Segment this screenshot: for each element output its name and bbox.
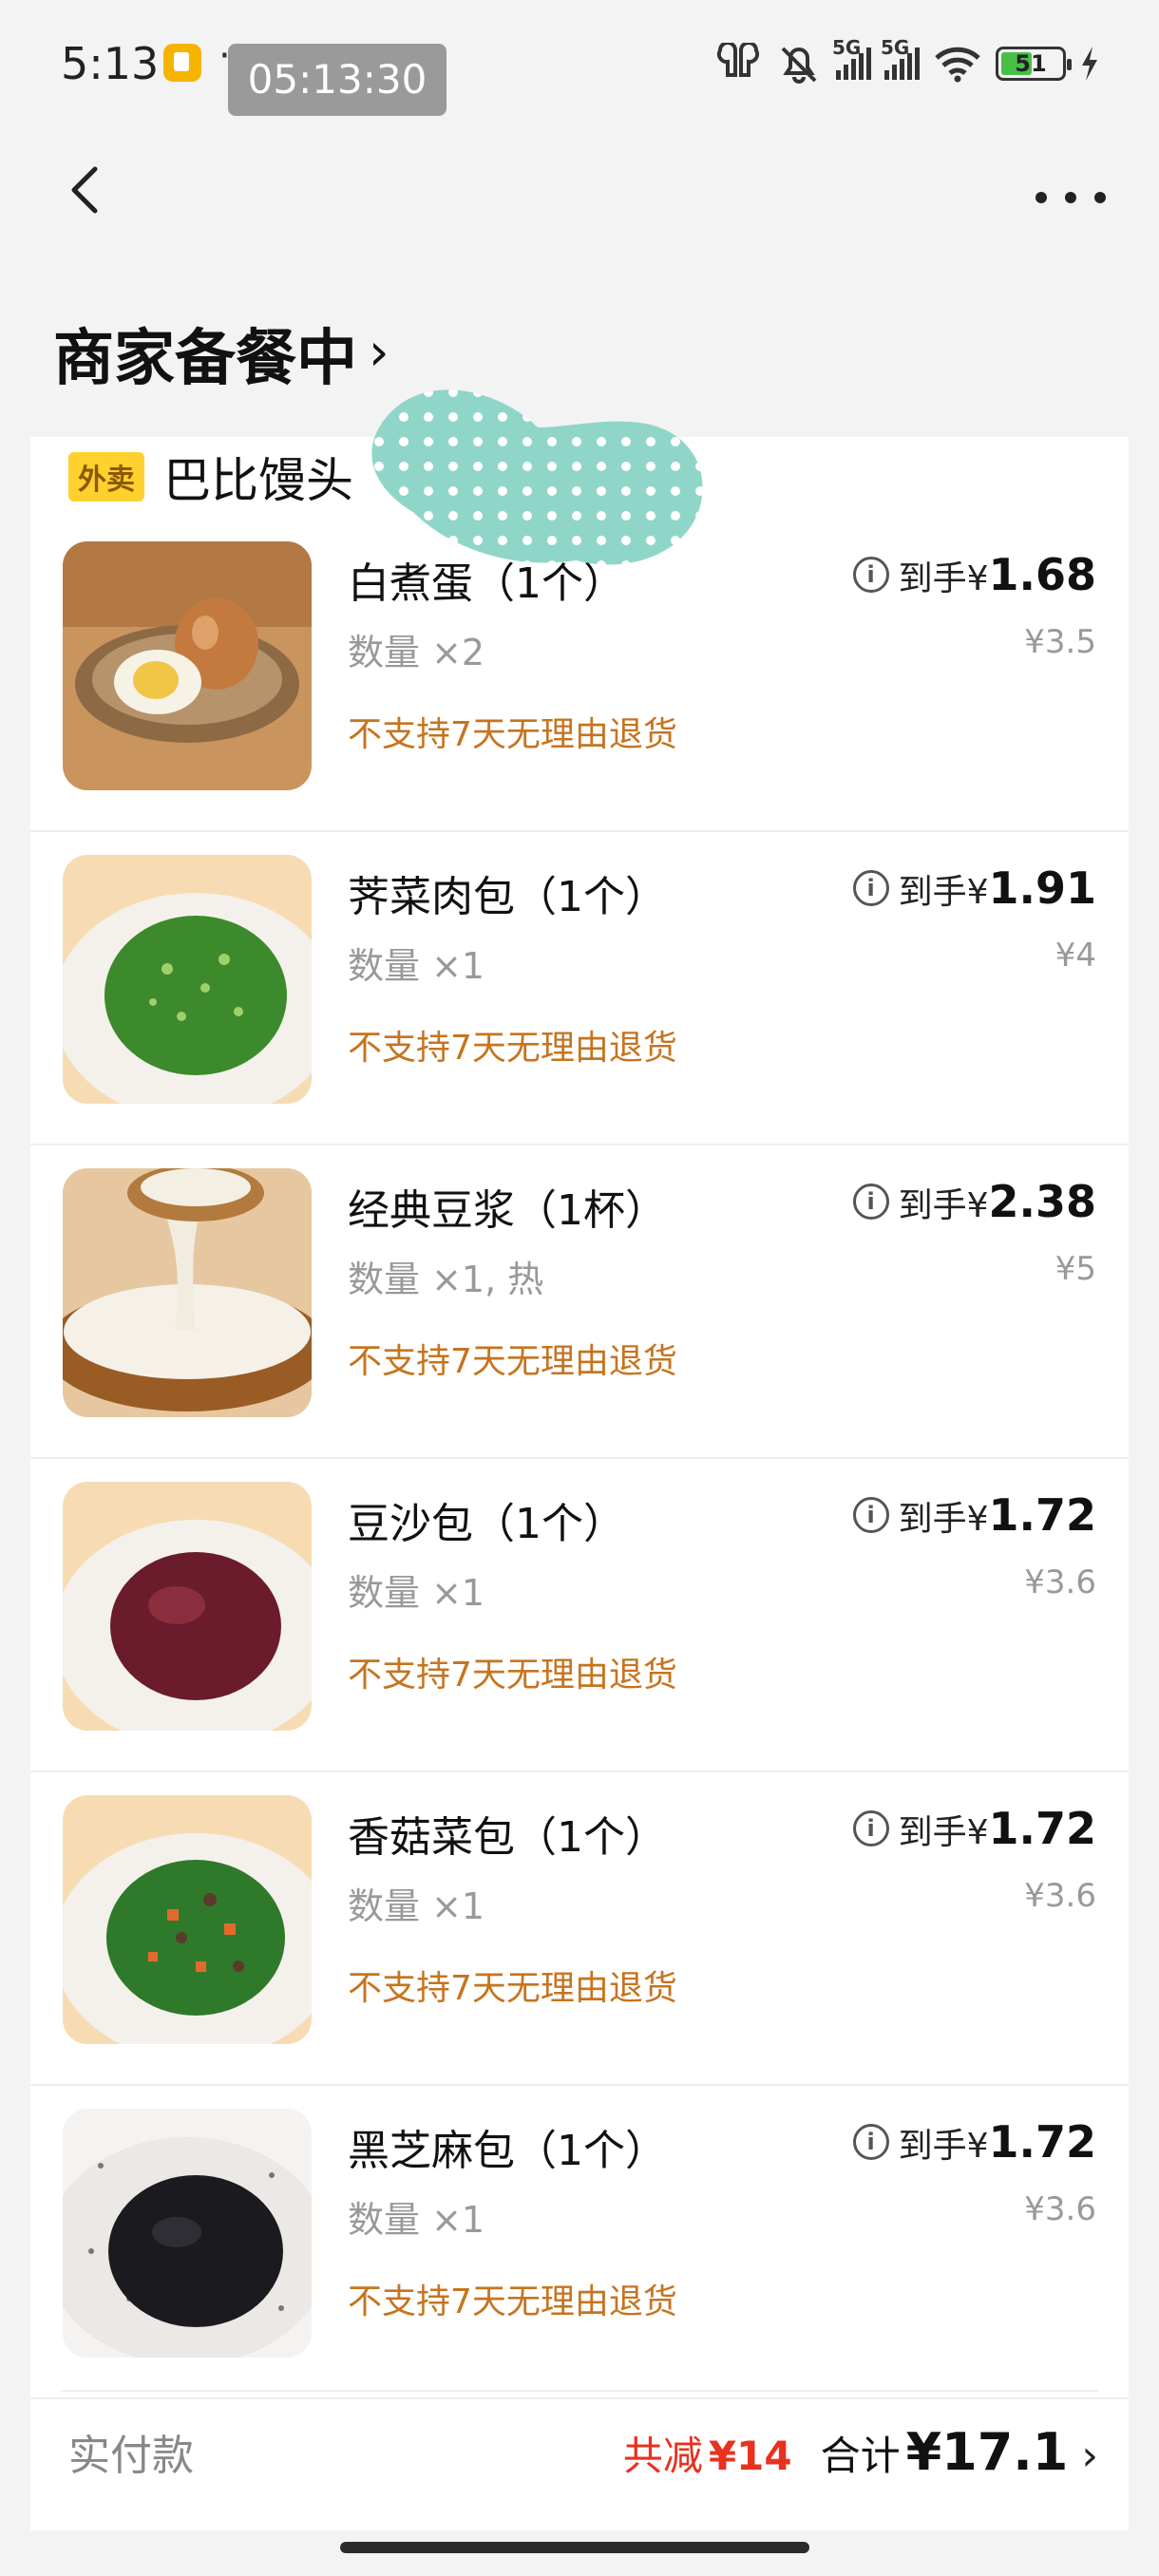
order-status-title[interactable]: 商家备餐中 › [53,310,390,397]
item-image[interactable] [63,1168,312,1417]
item-name: 荠菜肉包（1个） [348,873,667,921]
info-icon[interactable]: i [852,1810,889,1847]
return-policy-note: 不支持7天无理由退货 [348,1656,677,1695]
item-quantity: 数量 ×1 [348,1572,485,1614]
order-item-row[interactable]: 香菇菜包（1个） 数量 ×1 不支持7天无理由退货 i 到手¥ 1.72 ¥3.6 [30,1774,1129,2086]
info-icon[interactable]: i [852,870,889,906]
status-icons: 5G 5G 51 [714,36,1100,87]
final-price-label: 到手¥ [898,873,989,912]
status-time: 5:13 [61,38,160,89]
chevron-right-icon: › [369,321,390,382]
item-original-price: ¥3.5 [1024,623,1096,661]
order-status-text: 商家备餐中 [53,324,357,394]
screen-recorder-timer: 05:13:30 [228,44,446,116]
item-image[interactable] [63,1795,312,2044]
delivery-badge: 外卖 [68,452,144,502]
battery-level-text: 51 [1015,50,1047,77]
item-original-price: ¥5 [1054,1250,1096,1288]
notes-app-icon [163,44,201,82]
final-price-value: 1.68 [988,549,1097,600]
back-arrow-icon[interactable] [66,161,104,218]
info-icon[interactable]: i [852,1497,889,1533]
final-price-label: 到手¥ [898,1186,989,1225]
final-price-label: 到手¥ [898,1500,989,1539]
return-policy-note: 不支持7天无理由退货 [348,2282,677,2321]
battery-icon: 51 [996,47,1072,81]
final-price-value: 1.72 [988,2116,1097,2168]
final-price-value: 1.72 [988,1489,1097,1541]
item-image[interactable] [63,855,312,1104]
info-icon[interactable]: i [852,2124,889,2160]
item-quantity: 数量 ×1 [348,1885,485,1927]
wifi-icon [935,47,980,83]
item-original-price: ¥4 [1054,937,1096,975]
item-name: 香菇菜包（1个） [348,1813,667,1862]
item-final-price: i 到手¥ 1.68 [852,549,1097,600]
payment-summary-row[interactable]: 实付款 共减 ¥14 合计 ¥17.1 › [61,2390,1098,2511]
charging-bolt-icon [1082,47,1097,81]
item-final-price: i 到手¥ 1.72 [852,2116,1097,2168]
item-original-price: ¥3.6 [1024,1563,1096,1601]
final-price-label: 到手¥ [898,1813,989,1852]
total-label: 合计 [820,2432,901,2479]
shop-name[interactable]: 巴比馒头 [163,443,353,511]
info-icon[interactable]: i [852,557,889,593]
mute-bell-icon [781,47,817,84]
total-value: ¥17.1 [905,2421,1069,2482]
item-original-price: ¥3.6 [1024,1877,1096,1915]
order-item-row[interactable]: 豆沙包（1个） 数量 ×1 不支持7天无理由退货 i 到手¥ 1.72 ¥3.6 [30,1461,1129,1772]
return-policy-note: 不支持7天无理由退货 [348,1342,677,1381]
item-image[interactable] [63,541,312,790]
item-final-price: i 到手¥ 1.72 [852,1803,1097,1854]
return-policy-note: 不支持7天无理由退货 [348,1029,677,1068]
paid-label: 实付款 [68,2432,194,2480]
return-policy-note: 不支持7天无理由退货 [348,1969,677,2008]
item-name: 经典豆浆（1杯） [348,1186,667,1235]
final-price-label: 到手¥ [898,559,989,598]
item-image[interactable] [63,1482,312,1731]
order-item-row[interactable]: 黑芝麻包（1个） 数量 ×1 不支持7天无理由退货 i 到手¥ 1.72 ¥3.6 [30,2088,1129,2399]
item-quantity: 数量 ×1 [348,945,485,987]
discount-label: 共减 [622,2432,703,2479]
cell-signal-1-icon: 5G [832,36,871,80]
final-price-value: 1.72 [988,1803,1097,1854]
item-quantity: 数量 ×2 [348,632,485,673]
item-quantity: 数量 ×1 [348,2199,485,2241]
shop-header[interactable]: 外卖 巴比馒头 [68,443,353,511]
item-final-price: i 到手¥ 1.91 [852,862,1097,914]
decorative-dot-blob [371,389,703,565]
item-original-price: ¥3.6 [1024,2190,1096,2228]
item-quantity: 数量 ×1, 热 [348,1259,544,1300]
status-bar: 5:13 ··· 05:13:30 5G 5G 51 [0,0,1159,123]
final-price-value: 2.38 [988,1176,1097,1227]
item-final-price: i 到手¥ 2.38 [852,1176,1097,1227]
final-price-value: 1.91 [988,862,1097,914]
info-icon[interactable]: i [852,1184,889,1220]
earbuds-icon [716,43,760,77]
chevron-right-icon: › [1081,2431,1098,2480]
order-item-row[interactable]: 经典豆浆（1杯） 数量 ×1, 热不支持7天无理由退货 i 到手¥ 2.38 ¥5 [30,1147,1129,1459]
item-final-price: i 到手¥ 1.72 [852,1489,1097,1541]
payment-totals[interactable]: 共减 ¥14 合计 ¥17.1 › [623,2422,1098,2482]
item-name: 豆沙包（1个） [348,1500,625,1548]
order-item-row[interactable]: 荠菜肉包（1个） 数量 ×1 不支持7天无理由退货 i 到手¥ 1.91 ¥4 [30,834,1129,1146]
home-indicator[interactable] [340,2542,809,2553]
discount-value: ¥14 [708,2432,792,2479]
return-policy-note: 不支持7天无理由退货 [348,715,677,754]
final-price-label: 到手¥ [898,2127,989,2166]
item-image[interactable] [63,2109,312,2358]
item-name: 黑芝麻包（1个） [348,2127,667,2175]
more-options-icon[interactable] [1036,192,1106,205]
cell-signal-2-icon: 5G [881,36,920,80]
